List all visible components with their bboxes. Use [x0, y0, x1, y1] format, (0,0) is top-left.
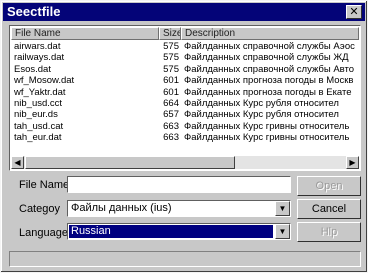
file-description-cell: Файлданных прогноза погоды в Москв — [184, 75, 354, 87]
file-list-row[interactable]: nib_eur.ds 657 Файлданных Курс рубля относ… — [11, 109, 359, 120]
file-list[interactable]: File Name Size Description airwars.dat 57… — [9, 25, 361, 171]
file-size-cell: 663 — [163, 120, 179, 132]
file-name-label: File Name — [19, 179, 70, 191]
file-list-row[interactable]: tah_usd.cat 663 Файлданных Курс гривны отн… — [11, 121, 359, 132]
chevron-down-icon: ▼ — [278, 227, 287, 236]
file-description-cell: Файлданных Курс рубля относител — [184, 97, 339, 109]
language-dropdown-button[interactable]: ▼ — [275, 224, 290, 239]
file-size-cell: 575 — [163, 41, 179, 52]
file-description-cell: Файлданных справочной службы Аэос — [184, 41, 355, 52]
file-size-cell: 575 — [163, 52, 179, 64]
file-description-cell: Файлданных Курс гривны относитель — [184, 120, 350, 132]
file-list-row[interactable]: Esos.dat 575 Файлданных справочной службы … — [11, 64, 359, 75]
column-header-size[interactable]: Size — [159, 27, 181, 40]
file-name-cell: tah_usd.cat — [14, 120, 64, 132]
close-button[interactable]: ✕ — [346, 5, 362, 19]
open-button[interactable]: Open — [297, 176, 361, 196]
file-list-row[interactable]: tah_eur.dat 663 Файлданных Курс гривны отн… — [11, 132, 359, 143]
file-name-cell: nib_usd.cct — [14, 97, 63, 109]
file-name-input[interactable] — [67, 176, 291, 193]
language-select[interactable]: Russian ▼ — [67, 223, 291, 240]
horizontal-scrollbar[interactable]: ◀ ▶ — [11, 156, 359, 169]
file-name-cell: railways.dat — [14, 52, 65, 64]
close-icon: ✕ — [349, 6, 359, 18]
cancel-button[interactable]: Cancel — [297, 199, 361, 219]
file-description-cell: Файлданных справочной службы ЖД — [184, 52, 349, 64]
file-list-rows: airwars.dat 575 Файлданных справочной служ… — [11, 41, 359, 144]
scroll-left-button[interactable]: ◀ — [11, 156, 24, 169]
scroll-right-button[interactable]: ▶ — [346, 156, 359, 169]
category-dropdown-button[interactable]: ▼ — [275, 201, 290, 216]
select-file-dialog: Seectfile ✕ File Name Size Description a… — [0, 0, 368, 273]
file-list-row[interactable]: airwars.dat 575 Файлданных справочной служ… — [11, 41, 359, 52]
file-description-cell: Файлданных Курс гривны относитель — [184, 132, 350, 144]
file-description-cell: Файлданных Курс рубля относител — [184, 109, 339, 121]
chevron-down-icon: ▼ — [278, 204, 287, 213]
file-name-cell: nib_eur.ds — [14, 109, 58, 121]
category-selected-value: Файлы данных (ius) — [71, 202, 172, 214]
file-size-cell: 601 — [163, 75, 179, 87]
file-description-cell: Файлданных прогноза погоды в Екате — [184, 86, 352, 98]
title-bar[interactable]: Seectfile ✕ — [3, 3, 365, 21]
file-description-cell: Файлданных справочной службы Авто — [184, 63, 355, 75]
status-bar — [9, 251, 361, 267]
file-list-row[interactable]: wf_Mosow.dat 601 Файлданных прогноза погод… — [11, 75, 359, 86]
file-size-cell: 664 — [163, 97, 179, 109]
scrollbar-thumb[interactable] — [25, 156, 235, 169]
language-selected-value: Russian — [69, 225, 273, 238]
file-list-row[interactable]: nib_usd.cct 664 Файлданных Курс рубля отно… — [11, 98, 359, 109]
file-name-cell: tah_eur.dat — [14, 132, 62, 144]
dialog-title: Seectfile — [7, 4, 61, 19]
scroll-left-icon: ◀ — [14, 158, 21, 167]
category-select[interactable]: Файлы данных (ius) ▼ — [67, 200, 291, 217]
file-size-cell: 663 — [163, 132, 179, 144]
category-label: Categoy — [19, 203, 60, 215]
file-name-cell: wf_Yaktr.dat — [14, 86, 66, 98]
file-size-cell: 575 — [163, 63, 179, 75]
file-name-cell: wf_Mosow.dat — [14, 75, 75, 87]
file-list-row[interactable]: wf_Yaktr.dat 601 Файлданных прогноза погод… — [11, 87, 359, 98]
column-header-file-name[interactable]: File Name — [11, 27, 159, 40]
column-header-description[interactable]: Description — [181, 27, 359, 40]
file-size-cell: 601 — [163, 86, 179, 98]
language-label: Language — [19, 227, 68, 239]
file-name-cell: airwars.dat — [14, 41, 61, 52]
file-list-row[interactable]: railways.dat 575 Файлданных справочной слу… — [11, 52, 359, 63]
file-list-header: File Name Size Description — [11, 27, 359, 40]
file-size-cell: 657 — [163, 109, 179, 121]
help-button[interactable]: Hlp — [297, 222, 361, 242]
scroll-right-icon: ▶ — [349, 158, 356, 167]
file-name-cell: Esos.dat — [14, 63, 51, 75]
